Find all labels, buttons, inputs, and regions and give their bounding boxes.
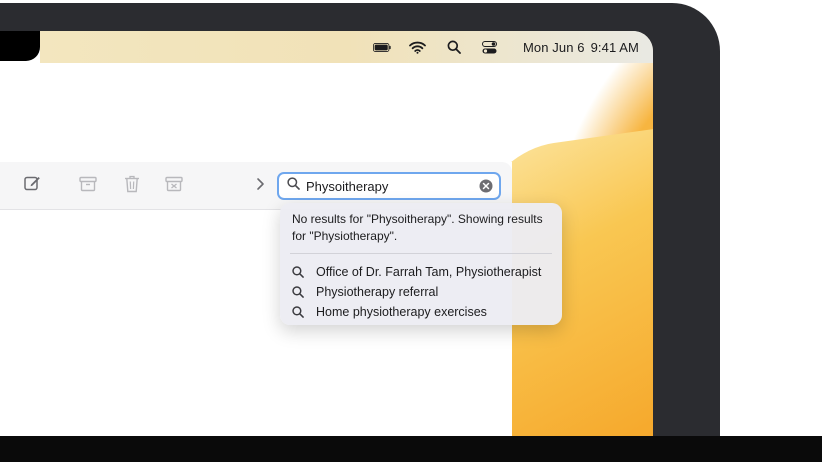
more-toolbar-button[interactable]	[250, 176, 270, 196]
suggestion-label: Physiotherapy referral	[316, 285, 439, 299]
compose-icon	[23, 175, 41, 197]
archive-icon	[79, 176, 97, 197]
delete-button[interactable]	[122, 175, 142, 198]
bottom-bezel	[0, 436, 822, 462]
search-icon	[292, 286, 304, 298]
spotlight-search-icon[interactable]	[445, 40, 463, 54]
menu-bar: Mon Jun 6 9:41 AM	[40, 31, 653, 63]
suggestion-label: Office of Dr. Farrah Tam, Physiotherapis…	[316, 265, 542, 279]
search-icon	[287, 177, 300, 195]
clear-icon[interactable]	[479, 179, 493, 193]
menubar-date: Mon Jun 6	[522, 39, 585, 55]
control-center-icon[interactable]	[481, 40, 499, 54]
junk-icon	[165, 176, 183, 197]
menubar-clock[interactable]: Mon Jun 6 9:41 AM	[517, 40, 639, 55]
battery-icon[interactable]	[372, 40, 391, 54]
camera-notch	[0, 31, 40, 61]
no-results-message: No results for "Physoitherapy". Showing …	[290, 211, 552, 254]
search-input[interactable]	[306, 178, 466, 194]
suggestion-item[interactable]: Office of Dr. Farrah Tam, Physiotherapis…	[290, 262, 552, 282]
archive-button[interactable]	[78, 176, 98, 196]
menubar-time: 9:41 AM	[590, 39, 639, 55]
chevron-right-icon	[255, 177, 265, 196]
search-icon	[292, 306, 304, 318]
compose-button[interactable]	[22, 176, 42, 196]
suggestion-label: Home physiotherapy exercises	[316, 305, 487, 319]
search-icon	[292, 266, 304, 278]
suggestion-item[interactable]: Physiotherapy referral	[290, 282, 552, 302]
search-suggestions-popup: No results for "Physoitherapy". Showing …	[280, 203, 562, 325]
suggestion-item[interactable]: Home physiotherapy exercises	[290, 302, 552, 322]
trash-icon	[124, 175, 140, 198]
suggestion-list: Office of Dr. Farrah Tam, Physiotherapis…	[290, 262, 552, 322]
junk-button[interactable]	[164, 176, 184, 196]
wifi-icon[interactable]	[409, 40, 427, 54]
search-field[interactable]	[277, 172, 501, 200]
